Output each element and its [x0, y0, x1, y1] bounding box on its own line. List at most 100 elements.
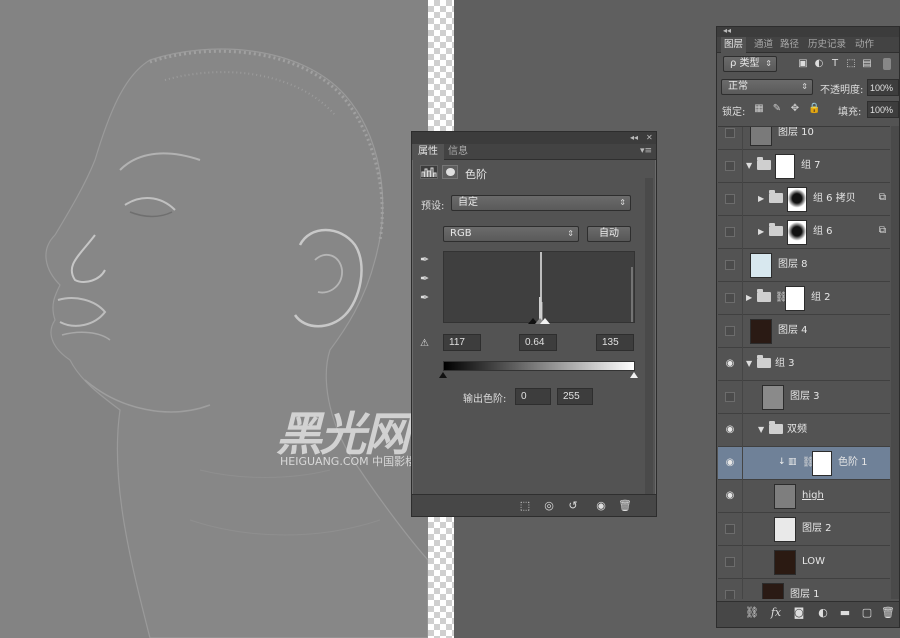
tab-channels[interactable]: 通道	[751, 37, 776, 53]
visibility-eye-icon[interactable]: ◉	[723, 490, 737, 502]
layer-name[interactable]: high	[802, 489, 824, 503]
layer-name[interactable]: 图层 4	[778, 324, 808, 338]
visibility-toggle[interactable]	[725, 326, 735, 336]
fill-field[interactable]	[867, 101, 899, 118]
clipping-warning-icon[interactable]: ⚠	[420, 338, 429, 349]
expand-down-icon[interactable]: ▼	[746, 160, 756, 172]
layer-name[interactable]: 图层 3	[790, 390, 820, 404]
output-black-slider[interactable]	[439, 372, 447, 378]
layer-thumbnail[interactable]	[774, 550, 796, 575]
layer-name[interactable]: 组 6 拷贝	[813, 192, 856, 206]
layer-row[interactable]: 图层 10	[718, 127, 890, 150]
expand-down-icon[interactable]: ▼	[758, 424, 768, 436]
layer-name[interactable]: LOW	[802, 555, 825, 569]
layer-row[interactable]: 图层 2	[718, 513, 890, 546]
visibility-toggle[interactable]	[725, 194, 735, 204]
visibility-eye-icon[interactable]: ◉	[723, 358, 737, 370]
opacity-field[interactable]	[867, 79, 899, 96]
layer-name[interactable]: 组 2	[811, 291, 831, 305]
tab-history[interactable]: 历史记录	[805, 37, 849, 53]
visibility-toggle[interactable]	[725, 524, 735, 534]
gray-point-eyedropper-icon[interactable]: ✒	[420, 272, 434, 286]
visibility-toggle[interactable]	[725, 260, 735, 270]
input-white-slider[interactable]	[540, 318, 550, 324]
close-icon[interactable]: ✕	[646, 132, 653, 144]
output-white-slider[interactable]	[630, 372, 638, 378]
layers-titlebar[interactable]: ◂◂	[717, 26, 899, 37]
layer-row[interactable]: ▼ 组 7	[718, 150, 890, 183]
visibility-toggle[interactable]	[725, 227, 735, 237]
layer-mask-thumbnail[interactable]	[787, 187, 807, 212]
shape-filter-icon[interactable]: ⬚	[844, 57, 858, 71]
layer-name[interactable]: 组 7	[801, 159, 821, 173]
fx-icon[interactable]: fx	[767, 605, 785, 621]
delete-icon[interactable]: 🗑	[616, 498, 634, 514]
collapse-icon[interactable]: ◂◂	[723, 26, 731, 35]
visibility-toggle[interactable]	[725, 392, 735, 402]
type-filter-icon[interactable]: T	[828, 57, 842, 71]
layer-mask-thumbnail[interactable]	[812, 451, 832, 476]
layer-row[interactable]: ▶ ⛓ 组 2	[718, 282, 890, 315]
lock-position-icon[interactable]: ✥	[789, 103, 801, 115]
input-black-field[interactable]	[443, 334, 481, 351]
layer-name[interactable]: 色阶 1	[838, 456, 868, 470]
layer-row[interactable]: 图层 8	[718, 249, 890, 282]
layer-name[interactable]: 图层 1	[790, 588, 820, 599]
view-previous-icon[interactable]: ◎	[540, 498, 558, 514]
output-white-field[interactable]	[557, 388, 593, 405]
layer-name[interactable]: 双频	[787, 423, 807, 437]
layer-mask-thumbnail[interactable]	[785, 286, 805, 311]
white-point-eyedropper-icon[interactable]: ✒	[420, 291, 434, 305]
tab-paths[interactable]: 路径	[777, 37, 802, 53]
blend-mode-select[interactable]: 正常 ⇕	[721, 79, 813, 95]
adjustment-filter-icon[interactable]: ◐	[812, 57, 826, 71]
lock-pixels-icon[interactable]: ✎	[771, 103, 783, 115]
layer-thumbnail[interactable]	[762, 385, 784, 410]
adjustment-add-icon[interactable]: ◐	[814, 605, 832, 621]
visibility-toggle[interactable]	[725, 128, 735, 138]
visibility-toggle[interactable]	[725, 161, 735, 171]
levels-adjustment-icon[interactable]	[420, 165, 438, 179]
tab-actions[interactable]: 动作	[852, 37, 877, 53]
output-black-field[interactable]	[515, 388, 551, 405]
visibility-toggle[interactable]	[725, 293, 735, 303]
panel-menu-icon[interactable]: ▾≡	[640, 146, 652, 156]
mask-add-icon[interactable]: ◙	[790, 605, 808, 621]
layer-thumbnail[interactable]	[774, 517, 796, 542]
preset-select[interactable]: 自定 ⇕	[451, 195, 631, 211]
mask-icon[interactable]	[442, 165, 458, 179]
layer-name[interactable]: 组 6	[813, 225, 833, 239]
new-layer-icon[interactable]: ▢	[858, 605, 876, 621]
levels-adjustment-icon[interactable]: ▥	[788, 457, 797, 467]
channel-select[interactable]: RGB ⇕	[443, 226, 579, 242]
tab-info[interactable]: 信息	[442, 144, 474, 160]
layer-row[interactable]: ▶ 组 6 拷贝 ⧉	[718, 183, 890, 216]
layer-thumbnail[interactable]	[750, 253, 772, 278]
layer-row[interactable]: 图层 1	[718, 579, 890, 599]
expand-right-icon[interactable]: ▶	[758, 193, 768, 205]
layer-filter-select[interactable]: ρ 类型 ⇕	[723, 56, 777, 72]
visibility-eye-icon[interactable]: ◉	[723, 457, 737, 469]
layers-scrollbar[interactable]	[891, 126, 899, 599]
document-canvas-image[interactable]	[0, 0, 428, 638]
smart-object-filter-icon[interactable]: ▤	[860, 57, 874, 71]
layer-row[interactable]: 图层 4	[718, 315, 890, 348]
collapse-icon[interactable]: ◂◂	[630, 132, 638, 144]
visibility-icon[interactable]: ◉	[592, 498, 610, 514]
layer-row[interactable]: LOW	[718, 546, 890, 579]
black-point-eyedropper-icon[interactable]: ✒	[420, 253, 434, 267]
lock-all-icon[interactable]: 🔒	[808, 103, 820, 115]
group-add-icon[interactable]: ▬	[836, 605, 854, 621]
layer-row[interactable]: ◉ ▼ 组 3	[718, 348, 890, 381]
tab-properties[interactable]: 属性	[412, 144, 444, 160]
properties-scrollbar[interactable]	[645, 178, 653, 494]
filter-toggle[interactable]	[883, 58, 891, 70]
expand-down-icon[interactable]: ▼	[746, 358, 756, 370]
layer-thumbnail[interactable]	[750, 127, 772, 146]
layer-name[interactable]: 图层 8	[778, 258, 808, 272]
link-icon[interactable]: ⛓	[743, 605, 761, 621]
visibility-toggle[interactable]	[725, 557, 735, 567]
tab-layers[interactable]: 图层	[721, 37, 747, 53]
layer-thumbnail[interactable]	[750, 319, 772, 344]
pixel-filter-icon[interactable]: ▣	[796, 57, 810, 71]
